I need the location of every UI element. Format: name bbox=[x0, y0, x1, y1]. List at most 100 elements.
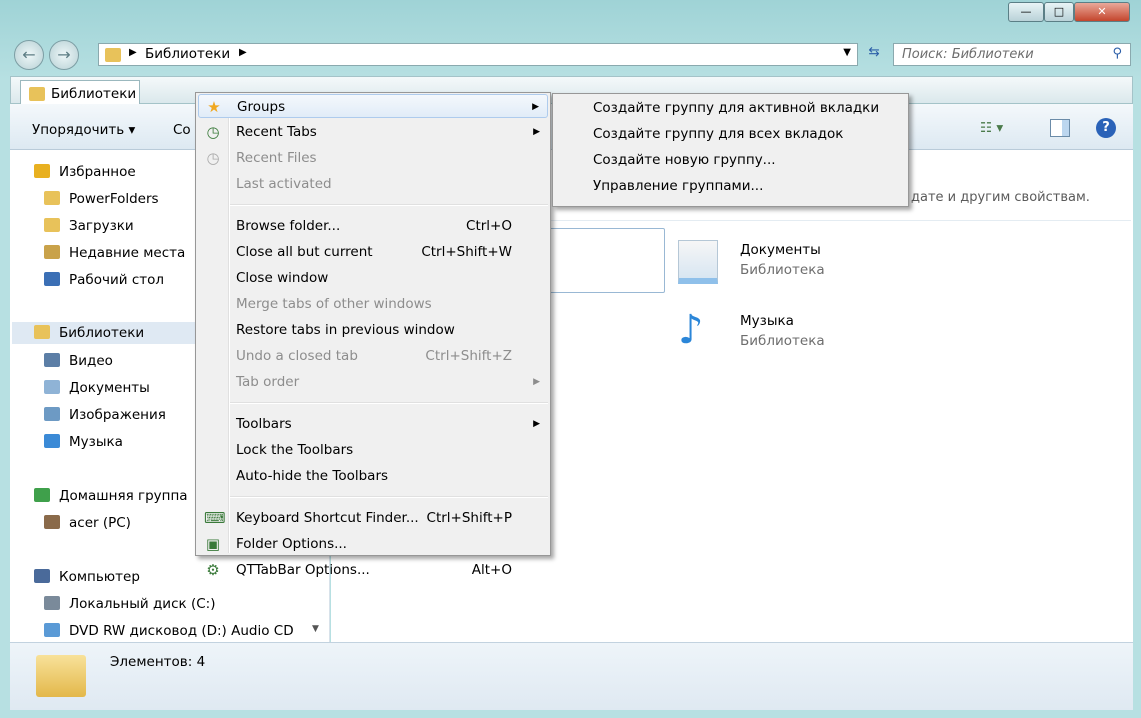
menu-item-icon: ⌨ bbox=[204, 509, 226, 527]
selected-item[interactable] bbox=[539, 228, 665, 293]
libraries-icon bbox=[29, 87, 45, 101]
sidebar-item-libraries[interactable]: Библиотеки bbox=[12, 322, 198, 344]
sidebar-item-label: Музыка bbox=[69, 434, 123, 450]
create-button[interactable]: Со bbox=[173, 122, 191, 138]
refresh-icon[interactable]: ⇆ bbox=[861, 44, 887, 66]
sidebar-item-desktop[interactable]: Рабочий стол bbox=[44, 272, 164, 288]
submenu-item[interactable]: Создайте группу для всех вкладок bbox=[555, 122, 908, 146]
history-dropdown-icon[interactable]: ▼ bbox=[843, 47, 851, 58]
computer-icon bbox=[34, 569, 50, 583]
menu-separator bbox=[230, 402, 548, 404]
submenu-item[interactable]: Создайте группу для активной вкладки bbox=[555, 96, 908, 120]
submenu-item[interactable]: Управление группами... bbox=[555, 174, 908, 198]
organize-button[interactable]: Упорядочить ▾ bbox=[32, 122, 135, 138]
library-music[interactable]: ♪ Музыка Библиотека bbox=[674, 307, 874, 367]
sidebar-item-star[interactable]: Избранное bbox=[34, 164, 136, 180]
user-icon bbox=[44, 515, 60, 529]
sidebar-item-label: Документы bbox=[69, 380, 150, 396]
breadcrumb-arrow-icon: ▶ bbox=[129, 47, 137, 58]
submenu-arrow-icon: ▶ bbox=[533, 127, 540, 137]
context-menu: ★ Groups ▶ ◷ Recent Tabs ▶ ◷ Recent Files Last a… bbox=[195, 92, 551, 579]
sidebar-item-label: Домашняя группа bbox=[59, 488, 188, 504]
folder-icon bbox=[36, 655, 86, 697]
nav-scroll-down-icon[interactable]: ▼ bbox=[312, 624, 319, 634]
sidebar-item-label: Загрузки bbox=[69, 218, 134, 234]
tab-libraries[interactable]: Библиотеки bbox=[20, 80, 140, 106]
sidebar-item-label: Видео bbox=[69, 353, 113, 369]
help-icon[interactable]: ? bbox=[1096, 118, 1116, 138]
arrange-hint: дате и другим свойствам. bbox=[911, 190, 1090, 205]
menu-item-merge-tabs-of-other-windows[interactable]: Merge tabs of other windows bbox=[198, 292, 548, 316]
groups-submenu: Создайте группу для активной вкладки Созд… bbox=[552, 93, 909, 207]
sidebar-item-music[interactable]: Музыка bbox=[44, 434, 123, 450]
drive-icon bbox=[44, 596, 60, 610]
maximize-button[interactable]: □ bbox=[1044, 2, 1074, 22]
documents-icon bbox=[678, 240, 718, 284]
menu-item-browse-folder[interactable]: Browse folder... Ctrl+O bbox=[198, 214, 548, 238]
sidebar-item-video[interactable]: Видео bbox=[44, 353, 113, 369]
libraries-icon bbox=[105, 48, 121, 62]
documents-icon bbox=[44, 380, 60, 394]
libraries-icon bbox=[34, 325, 50, 339]
sidebar-item-folder[interactable]: PowerFolders bbox=[44, 191, 159, 207]
submenu-arrow-icon: ▶ bbox=[533, 419, 540, 429]
minimize-button[interactable]: — bbox=[1008, 2, 1044, 22]
video-icon bbox=[44, 353, 60, 367]
close-button[interactable]: ✕ bbox=[1074, 2, 1130, 22]
menu-item-last-activated[interactable]: Last activated bbox=[198, 172, 548, 196]
folder-icon bbox=[44, 191, 60, 205]
dvd-icon bbox=[44, 623, 60, 637]
menu-item-icon: ▣ bbox=[205, 535, 221, 553]
sidebar-item-label: Недавние места bbox=[69, 245, 186, 261]
folder-download-icon bbox=[44, 218, 60, 232]
music-icon: ♪ bbox=[678, 307, 704, 353]
preview-pane-icon[interactable] bbox=[1050, 119, 1070, 137]
menu-separator bbox=[230, 204, 548, 206]
menu-item-tab-order[interactable]: Tab order ▶ bbox=[198, 370, 548, 394]
sidebar-item-recent-places[interactable]: Недавние места bbox=[44, 245, 185, 261]
library-documents[interactable]: Документы Библиотека bbox=[674, 236, 874, 296]
sidebar-item-user[interactable]: acer (PC) bbox=[44, 515, 131, 531]
sidebar-item-homegroup[interactable]: Домашняя группа bbox=[34, 488, 188, 504]
sidebar-item-label: Локальный диск (C:) bbox=[69, 596, 216, 612]
sidebar-item-images[interactable]: Изображения bbox=[44, 407, 166, 423]
menu-item-groups[interactable]: ★ Groups ▶ bbox=[198, 94, 548, 118]
music-icon bbox=[44, 434, 60, 448]
images-icon bbox=[44, 407, 60, 421]
sidebar-item-dvd[interactable]: DVD RW дисковод (D:) Audio CD bbox=[44, 623, 294, 639]
sidebar-item-drive[interactable]: Локальный диск (C:) bbox=[44, 596, 215, 612]
search-input[interactable]: Поиск: Библиотеки ⚲ bbox=[893, 43, 1131, 66]
forward-button[interactable]: → bbox=[49, 40, 79, 70]
menu-item-restore-tabs-in-previous-window[interactable]: Restore tabs in previous window bbox=[198, 318, 548, 342]
sidebar-item-documents[interactable]: Документы bbox=[44, 380, 150, 396]
menu-item-auto-hide-the-toolbars[interactable]: Auto-hide the Toolbars bbox=[198, 464, 548, 488]
menu-item-folder-options[interactable]: ▣ Folder Options... bbox=[198, 532, 548, 556]
item-count: Элементов: 4 bbox=[110, 654, 206, 670]
sidebar-item-label: Избранное bbox=[59, 164, 136, 180]
sidebar-item-label: Библиотеки bbox=[59, 325, 145, 341]
submenu-arrow-icon: ▶ bbox=[532, 102, 539, 112]
submenu-item[interactable]: Создайте новую группу... bbox=[555, 148, 908, 172]
breadcrumb[interactable]: Библиотеки bbox=[145, 46, 230, 62]
menu-item-lock-the-toolbars[interactable]: Lock the Toolbars bbox=[198, 438, 548, 462]
sidebar-item-folder-download[interactable]: Загрузки bbox=[44, 218, 134, 234]
menu-item-close-window[interactable]: Close window bbox=[198, 266, 548, 290]
address-bar[interactable]: ▶ Библиотеки ▶ ▼ bbox=[98, 43, 858, 66]
search-icon[interactable]: ⚲ bbox=[1112, 46, 1122, 61]
sidebar-item-label: Рабочий стол bbox=[69, 272, 164, 288]
sidebar-item-label: acer (PC) bbox=[69, 515, 131, 531]
menu-item-undo-a-closed-tab[interactable]: Undo a closed tab Ctrl+Shift+Z bbox=[198, 344, 548, 368]
menu-item-qttabbar-options[interactable]: ⚙ QTTabBar Options... Alt+O bbox=[198, 558, 548, 582]
menu-item-recent-tabs[interactable]: ◷ Recent Tabs ▶ bbox=[198, 120, 548, 144]
menu-item-close-all-but-current[interactable]: Close all but current Ctrl+Shift+W bbox=[198, 240, 548, 264]
menu-item-keyboard-shortcut-finder[interactable]: ⌨ Keyboard Shortcut Finder... Ctrl+Shift+P bbox=[198, 506, 548, 530]
menu-item-toolbars[interactable]: Toolbars ▶ bbox=[198, 412, 548, 436]
menu-item-recent-files[interactable]: ◷ Recent Files bbox=[198, 146, 548, 170]
view-options-icon[interactable]: ☷ ▾ bbox=[980, 120, 1003, 136]
recent-places-icon bbox=[44, 245, 60, 259]
sidebar-item-computer[interactable]: Компьютер bbox=[34, 569, 140, 585]
menu-item-icon: ⚙ bbox=[206, 561, 220, 579]
breadcrumb-arrow-icon[interactable]: ▶ bbox=[239, 47, 247, 58]
back-button[interactable]: ← bbox=[14, 40, 44, 70]
sidebar-item-label: DVD RW дисковод (D:) Audio CD bbox=[69, 623, 294, 639]
